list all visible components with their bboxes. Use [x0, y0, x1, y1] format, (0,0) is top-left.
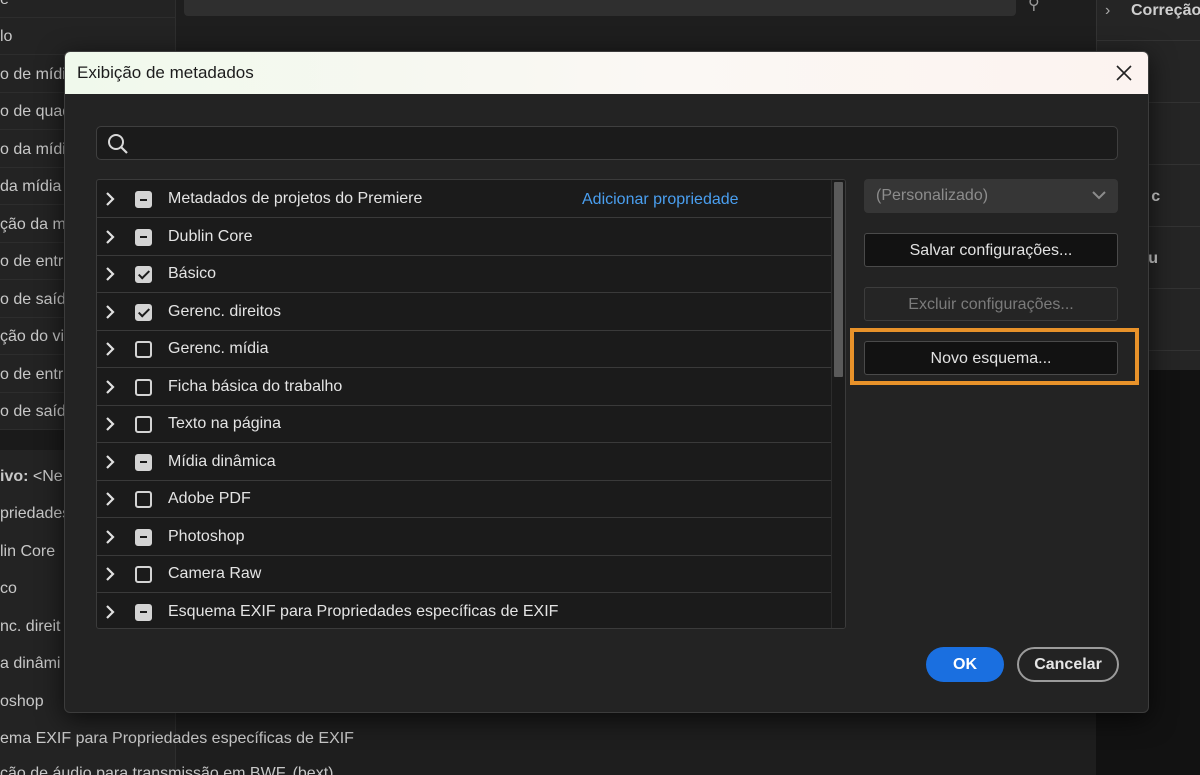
- chevron-right-icon: ›: [1105, 2, 1111, 19]
- chevron-down-icon: [1092, 191, 1106, 200]
- delete-settings-button[interactable]: Excluir configurações...: [864, 287, 1118, 321]
- add-property-link[interactable]: Adicionar propriedade: [582, 180, 739, 220]
- scrollbar-thumb[interactable]: [834, 182, 843, 377]
- schema-checkbox[interactable]: [135, 528, 152, 546]
- expand-chevron-icon[interactable]: [103, 379, 117, 394]
- preset-select[interactable]: (Personalizado): [864, 179, 1118, 213]
- schema-row-label: Texto na página: [168, 415, 281, 432]
- cancel-button[interactable]: Cancelar: [1017, 647, 1119, 682]
- schema-checkbox[interactable]: [135, 566, 152, 583]
- expand-chevron-icon[interactable]: [103, 267, 117, 281]
- dialog-titlebar: Exibição de metadados: [65, 52, 1148, 94]
- close-button[interactable]: [1108, 57, 1140, 89]
- schema-row[interactable]: Esquema EXIF para Propriedades específic…: [97, 593, 831, 629]
- expand-chevron-icon[interactable]: [103, 492, 117, 506]
- schema-row-label: Gerenc. mídia: [168, 340, 269, 357]
- schema-row[interactable]: Adobe PDF: [97, 480, 831, 518]
- expand-chevron-icon[interactable]: [103, 454, 117, 469]
- list-scrollbar[interactable]: [831, 180, 845, 628]
- schema-row-label: Dublin Core: [168, 227, 253, 245]
- expand-chevron-icon[interactable]: [103, 604, 117, 619]
- search-box: [96, 126, 1118, 160]
- metadata-display-dialog: Exibição de metadados Esquema EXIF para …: [64, 51, 1149, 713]
- schema-row[interactable]: Mídia dinâmica: [97, 443, 831, 481]
- schema-list: Esquema EXIF para Propriedades específic…: [96, 179, 846, 629]
- expand-chevron-icon[interactable]: [103, 567, 117, 581]
- schema-row[interactable]: Básico: [97, 255, 831, 293]
- search-icon: [108, 134, 128, 154]
- schema-checkbox[interactable]: [135, 303, 152, 321]
- preset-select-value: (Personalizado): [876, 187, 989, 204]
- wrench-icon: ⚲: [1028, 0, 1040, 13]
- schema-row[interactable]: Camera Raw: [97, 555, 831, 593]
- close-icon: [1116, 65, 1132, 81]
- expand-chevron-icon[interactable]: [103, 192, 117, 206]
- schema-checkbox[interactable]: [135, 378, 152, 396]
- schema-checkbox[interactable]: [135, 603, 152, 621]
- dialog-title: Exibição de metadados: [77, 63, 254, 82]
- bg-bottom-row: ção de áudio para transmissão em BWF, (b…: [0, 765, 334, 775]
- schema-row[interactable]: Metadados de projetos do Premiere Adicion…: [97, 180, 831, 218]
- expand-chevron-icon[interactable]: [103, 229, 117, 244]
- schema-checkbox[interactable]: [135, 266, 152, 283]
- expand-chevron-icon[interactable]: [103, 417, 117, 431]
- schema-row-label: Mídia dinâmica: [168, 452, 276, 470]
- new-schema-button[interactable]: Novo esquema...: [864, 341, 1118, 375]
- bg-left-row: e: [0, 0, 176, 18]
- schema-row-label: Adobe PDF: [168, 490, 251, 507]
- schema-row-label: Ficha básica do trabalho: [168, 377, 343, 395]
- schema-row-label: Photoshop: [168, 527, 245, 545]
- schema-checkbox[interactable]: [135, 228, 152, 246]
- bg-left-row: lo: [0, 18, 176, 55]
- schema-row[interactable]: Ficha básica do trabalho: [97, 368, 831, 406]
- schema-row[interactable]: Texto na página: [97, 405, 831, 443]
- schema-checkbox[interactable]: [135, 491, 152, 508]
- expand-chevron-icon[interactable]: [103, 529, 117, 544]
- schema-row-label: Camera Raw: [168, 565, 262, 582]
- bg-bottom-row: ema EXIF para Propriedades específicas d…: [0, 730, 354, 747]
- schema-row-label: Básico: [168, 265, 217, 282]
- search-input[interactable]: [137, 127, 1107, 159]
- schema-checkbox[interactable]: [135, 453, 152, 471]
- schema-row-label: Gerenc. direitos: [168, 302, 281, 320]
- save-settings-button[interactable]: Salvar configurações...: [864, 233, 1118, 267]
- schema-row[interactable]: Gerenc. mídia: [97, 330, 831, 368]
- schema-row[interactable]: Photoshop: [97, 518, 831, 556]
- ok-button[interactable]: OK: [926, 647, 1004, 682]
- expand-chevron-icon[interactable]: [103, 342, 117, 356]
- schema-checkbox[interactable]: [135, 341, 152, 358]
- schema-row[interactable]: Gerenc. direitos: [97, 293, 831, 331]
- expand-chevron-icon[interactable]: [103, 304, 117, 319]
- schema-row-label: Metadados de projetos do Premiere: [168, 190, 423, 207]
- bg-right-row: › Correção: [1097, 0, 1200, 41]
- bg-top-field: [184, 0, 1016, 16]
- schema-row-label: Esquema EXIF para Propriedades específic…: [168, 602, 559, 620]
- schema-checkbox[interactable]: [135, 416, 152, 433]
- schema-checkbox[interactable]: [135, 191, 152, 208]
- schema-row[interactable]: Dublin Core: [97, 218, 831, 256]
